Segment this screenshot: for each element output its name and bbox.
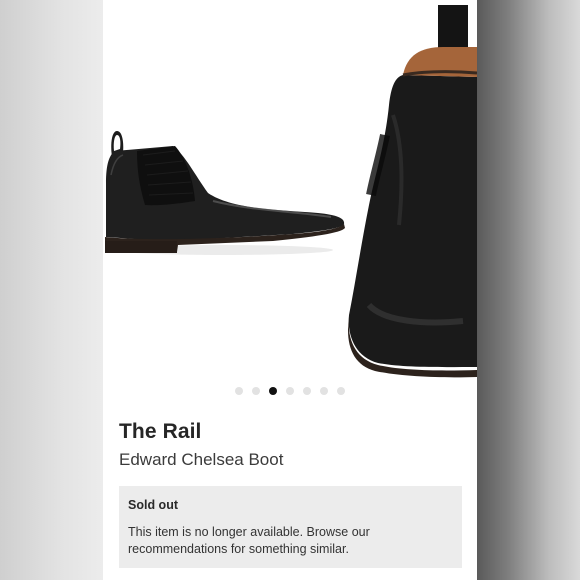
chelsea-boot-closeup-image (348, 5, 477, 378)
carousel-dot[interactable] (337, 387, 345, 395)
product-images (105, 5, 477, 378)
product-title: Edward Chelsea Boot (119, 450, 284, 469)
carousel-pagination (103, 387, 477, 397)
product-brand[interactable]: The Rail (119, 420, 201, 444)
carousel-dot[interactable] (320, 387, 328, 395)
carousel-dot[interactable] (303, 387, 311, 395)
product-image-carousel[interactable] (103, 5, 477, 380)
sold-out-message: This item is no longer available. Browse… (128, 525, 370, 556)
sold-out-title: Sold out (128, 498, 178, 512)
product-card: The Rail Edward Chelsea Boot Sold out Th… (103, 0, 477, 580)
chelsea-boot-side-image (105, 131, 345, 255)
carousel-dot[interactable] (269, 387, 277, 395)
carousel-dot[interactable] (286, 387, 294, 395)
sold-out-notice: Sold out This item is no longer availabl… (119, 486, 462, 568)
background-right (477, 0, 580, 580)
carousel-dot[interactable] (252, 387, 260, 395)
background-left (0, 0, 103, 580)
carousel-dot[interactable] (235, 387, 243, 395)
